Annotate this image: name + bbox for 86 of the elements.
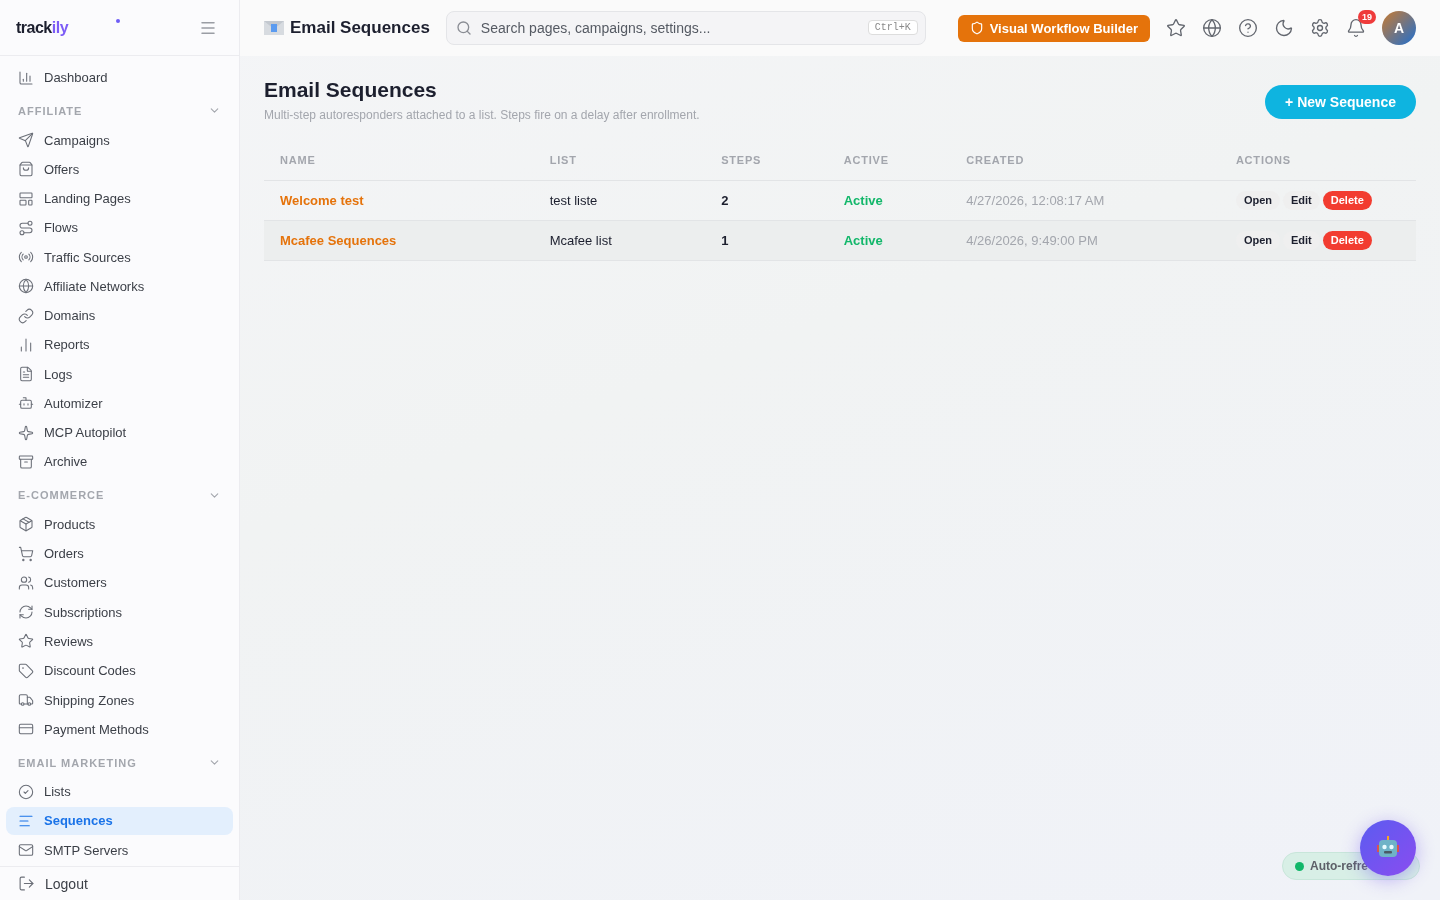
nav-icon <box>18 545 34 562</box>
search-icon <box>455 20 472 36</box>
sidebar-item[interactable]: Reports <box>6 331 233 359</box>
nav-icon <box>18 69 34 86</box>
sidebar-item[interactable]: Payment Methods <box>6 715 233 743</box>
sidebar-item[interactable]: Archive <box>6 448 233 476</box>
sidebar-item[interactable]: Domains <box>6 302 233 330</box>
sidebar-item[interactable]: Traffic Sources <box>6 243 233 271</box>
logout-link[interactable]: Logout <box>0 866 239 900</box>
sidebar-item[interactable]: Automizer <box>6 389 233 418</box>
nav-icon <box>18 574 34 591</box>
moon-icon[interactable] <box>1274 18 1294 38</box>
shortcut-hint: Ctrl+K <box>867 20 918 35</box>
nav-icon <box>18 662 34 679</box>
action-button[interactable]: Delete <box>1322 190 1372 210</box>
column-header: ACTIVE <box>827 140 951 180</box>
sidebar-item[interactable]: Customers <box>6 569 233 597</box>
subtitle: Multi-step autoresponders attached to a list. Steps fire on a delay after enrollment. <box>264 108 700 122</box>
sidebar-item[interactable]: Offers <box>6 155 233 183</box>
sidebar-item[interactable]: Landing Pages <box>6 184 233 213</box>
notification-badge: 19 <box>1358 10 1376 24</box>
nav-icon <box>18 604 34 621</box>
nav-icon <box>18 516 34 533</box>
nav-icon <box>18 161 34 178</box>
bell-icon[interactable] <box>1346 18 1366 38</box>
nav-icon <box>18 307 34 324</box>
nav-icon <box>18 424 34 441</box>
nav-icon <box>18 278 34 295</box>
status-text: Active <box>843 232 883 248</box>
page-title: Email Sequences <box>290 18 430 38</box>
table-cell: 2 <box>721 192 729 208</box>
sidebar-item[interactable]: Campaigns <box>6 126 233 154</box>
dot-icon <box>116 19 120 23</box>
settings-icon[interactable] <box>1310 18 1330 38</box>
nav-icon <box>18 190 34 207</box>
sidebar-item[interactable]: Affiliate Networks <box>6 272 233 301</box>
table-cell: 4/26/2026, 9:49:00 PM <box>966 232 1098 248</box>
envelope-icon <box>264 21 284 35</box>
nav-icon <box>18 813 34 829</box>
section-title: E-COMMERCE <box>18 489 105 502</box>
section-title: EMAIL MARKETING <box>18 756 137 769</box>
nav-icon <box>18 132 34 149</box>
action-button[interactable]: Open <box>1235 190 1280 210</box>
table-cell: test liste <box>549 192 598 208</box>
heading: Email Sequences <box>264 78 438 102</box>
sidebar-item[interactable]: Shipping Zones <box>6 686 233 714</box>
nav-icon <box>18 692 34 708</box>
action-button[interactable]: Edit <box>1283 190 1320 210</box>
nav-icon <box>18 454 34 470</box>
user-avatar[interactable]: A <box>1382 11 1416 45</box>
logout-icon <box>18 875 35 892</box>
shield-icon <box>969 21 984 35</box>
nav-icon <box>18 366 34 383</box>
column-header: CREATED <box>950 140 1220 180</box>
status-text: Active <box>843 192 883 208</box>
help-icon[interactable] <box>1238 18 1258 38</box>
sidebar-item[interactable]: Subscriptions <box>6 598 233 626</box>
sidebar-item[interactable]: Flows <box>6 214 233 242</box>
sidebar-item[interactable]: SMTP Servers <box>6 836 233 864</box>
star-icon[interactable] <box>1166 18 1186 38</box>
table-cell: 4/27/2026, 12:08:17 AM <box>966 192 1105 208</box>
nav-icon <box>18 842 34 859</box>
sidebar-item[interactable]: Products <box>6 510 233 539</box>
column-header: ACTIONS <box>1219 140 1416 180</box>
sidebar-item[interactable]: MCP Autopilot <box>6 419 233 447</box>
nav-icon <box>18 783 34 800</box>
nav-icon <box>18 633 34 650</box>
sidebar-item[interactable]: Dashboard <box>6 64 233 92</box>
sidebar-item[interactable]: Discount Codes <box>6 657 233 685</box>
nav-icon <box>18 219 34 236</box>
table-cell: 1 <box>721 232 729 248</box>
brand-logo: trackily <box>16 18 69 37</box>
nav-icon <box>18 395 34 412</box>
column-header: LIST <box>533 140 706 180</box>
nav-icon <box>18 336 34 353</box>
sidebar-item[interactable]: Logs <box>6 360 233 388</box>
sidebar-item[interactable]: Sequences <box>6 807 233 835</box>
section-title: AFFILIATE <box>18 104 83 117</box>
sidebar-item[interactable]: Orders <box>6 540 233 568</box>
column-header: STEPS <box>705 140 828 180</box>
column-header: NAME <box>264 140 534 180</box>
table-cell: Mcafee list <box>549 232 612 248</box>
globe-icon[interactable] <box>1202 18 1222 38</box>
sidebar-item[interactable]: Reviews <box>6 627 233 656</box>
action-button[interactable]: Delete <box>1322 230 1372 250</box>
sidebar-item[interactable]: Lists <box>6 778 233 806</box>
